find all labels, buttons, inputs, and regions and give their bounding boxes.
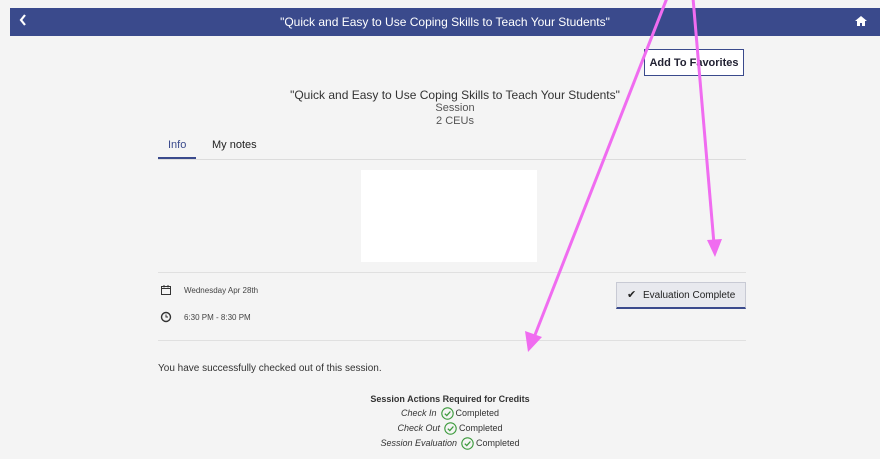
action-status: Completed <box>459 422 503 433</box>
tab-divider <box>158 159 746 160</box>
action-row-check-in: Check In Completed <box>300 407 600 420</box>
divider <box>158 272 746 273</box>
action-status: Completed <box>476 437 520 448</box>
action-row-session-evaluation: Session Evaluation Completed <box>300 437 600 450</box>
session-date-text: Wednesday Apr 28th <box>184 286 259 295</box>
checkout-message: You have successfully checked out of thi… <box>158 363 382 374</box>
action-name: Session Evaluation <box>380 437 458 448</box>
session-type: Session <box>435 102 475 114</box>
tab-info[interactable]: Info <box>168 139 186 151</box>
check-circle-icon <box>461 437 474 450</box>
home-icon[interactable] <box>854 14 868 28</box>
checkmark-icon: ✔ <box>627 289 637 301</box>
evaluation-button-label: Evaluation Complete <box>643 290 736 301</box>
calendar-icon <box>160 284 172 296</box>
top-navbar: "Quick and Easy to Use Coping Skills to … <box>10 8 880 36</box>
clock-icon <box>160 311 172 323</box>
session-detail: Add To Favorites "Quick and Easy to Use … <box>10 36 880 459</box>
action-name: Check Out <box>397 422 440 433</box>
evaluation-complete-button[interactable]: ✔ Evaluation Complete <box>616 282 746 309</box>
app-window: "Quick and Easy to Use Coping Skills to … <box>0 0 880 459</box>
window-title: "Quick and Easy to Use Coping Skills to … <box>280 15 610 29</box>
session-image-placeholder <box>361 170 537 262</box>
divider <box>158 340 746 341</box>
check-circle-icon <box>444 422 457 435</box>
action-status: Completed <box>455 407 500 418</box>
action-name: Check In <box>400 407 437 418</box>
session-ceus: 2 CEUs <box>436 115 474 127</box>
action-row-check-out: Check Out Completed <box>300 422 600 435</box>
session-title: "Quick and Easy to Use Coping Skills to … <box>290 88 620 102</box>
actions-heading: Session Actions Required for Credits <box>370 394 530 404</box>
session-time-text: 6:30 PM - 8:30 PM <box>184 313 251 322</box>
add-to-favorites-button[interactable]: Add To Favorites <box>644 49 744 76</box>
check-circle-icon <box>440 407 454 420</box>
tab-my-notes[interactable]: My notes <box>212 139 257 151</box>
